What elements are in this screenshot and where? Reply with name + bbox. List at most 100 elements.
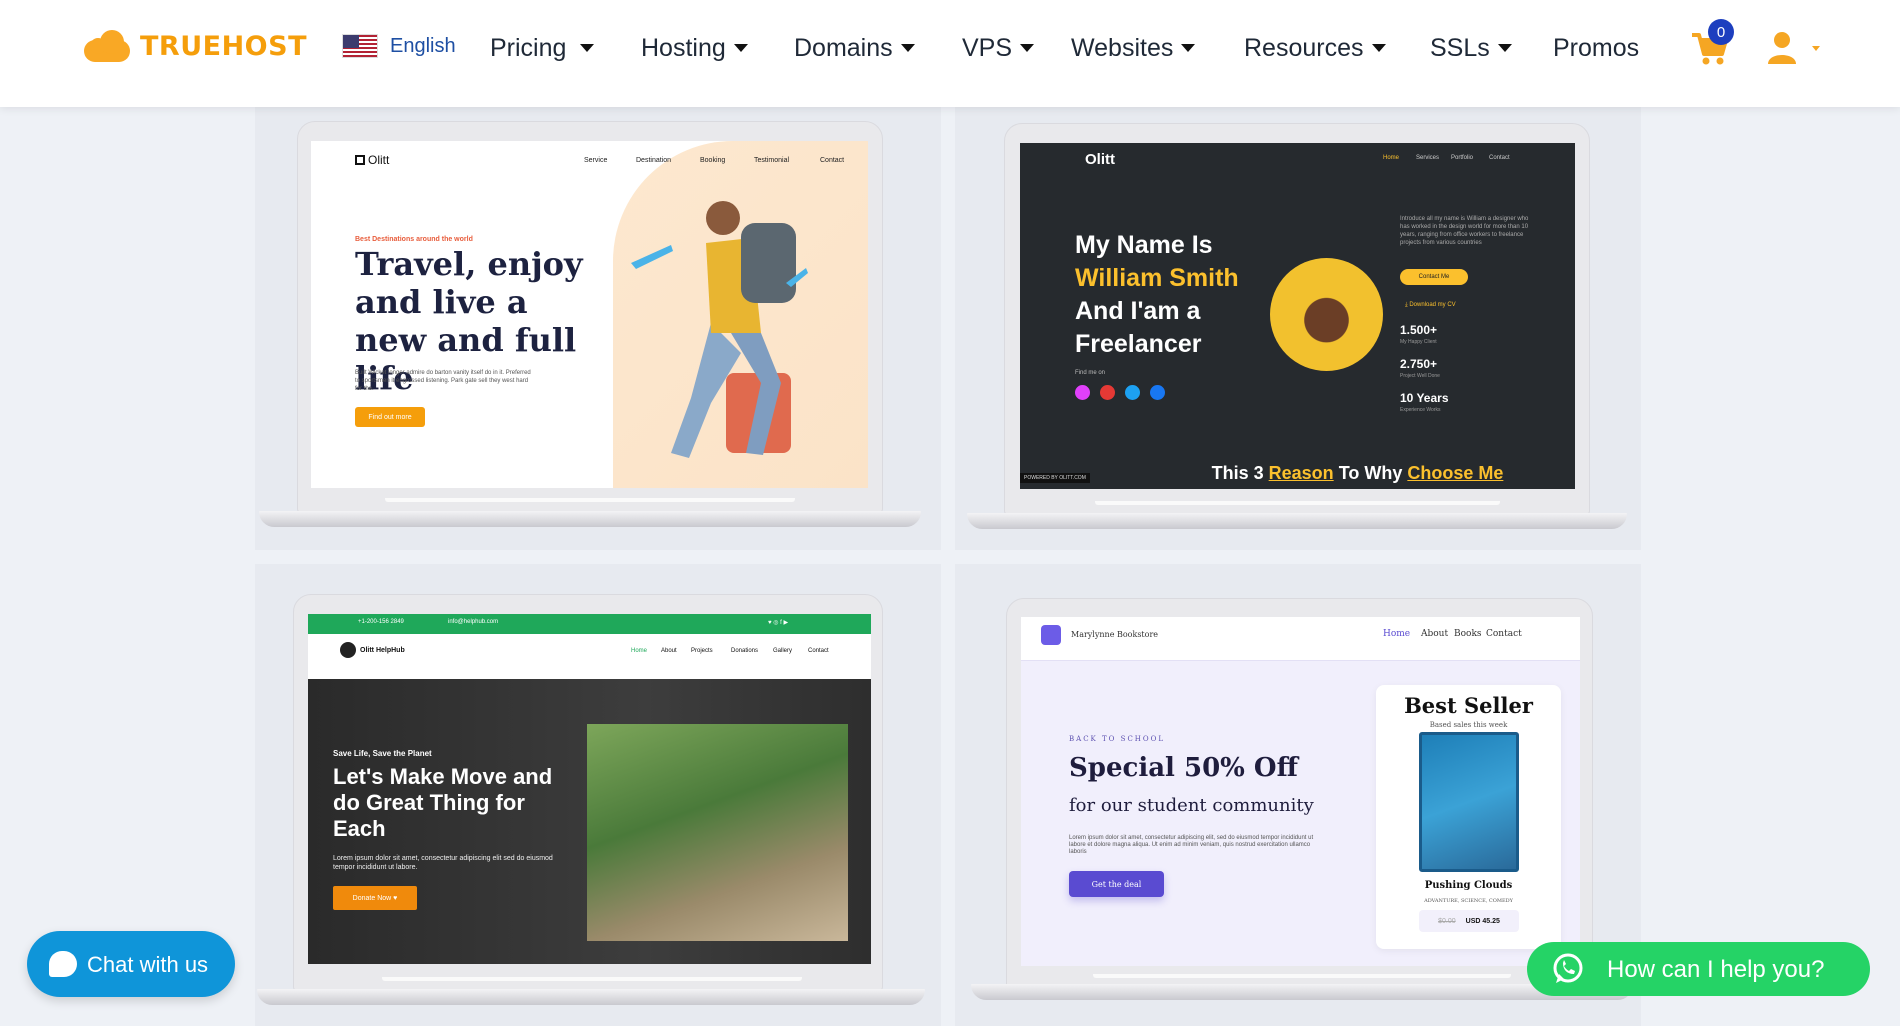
template-cta-button: Find out more	[355, 407, 425, 427]
download-cv-link: ⤓ Download my CV	[1405, 302, 1456, 308]
template-nav-item: About	[661, 648, 677, 654]
template-headline: Let's Make Move and do Great Thing for E…	[333, 764, 553, 841]
template-nav-item: Projects	[691, 648, 713, 654]
template-nav-item: Home	[631, 648, 648, 654]
chevron-down-icon	[580, 44, 595, 52]
template-nav-item: Contact	[820, 157, 845, 164]
template-headline: My Name Is William Smith And I'am a Free…	[1075, 231, 1239, 358]
phone-text: +1-200-156 2849	[358, 619, 404, 625]
template-subheadline: for our student community	[1069, 795, 1314, 816]
travel-template-preview: Olitt Service Destination Booking Testim…	[311, 141, 868, 488]
chevron-down-icon	[1020, 44, 1035, 52]
hero-section: Save Life, Save the Planet Let's Make Mo…	[308, 679, 871, 964]
nav-websites[interactable]: Websites	[1071, 30, 1196, 66]
email-text: info@helphub.com	[448, 619, 499, 625]
find-me-label: Find me on	[1075, 370, 1106, 376]
template-card-travel[interactable]: Olitt Service Destination Booking Testim…	[255, 107, 941, 550]
chevron-down-icon	[733, 44, 748, 52]
template-eyebrow: BACK TO SCHOOL	[1069, 735, 1166, 743]
stat-label: Project Well Done	[1400, 373, 1440, 379]
contact-me-button: Contact Me	[1400, 269, 1468, 285]
language-selector[interactable]: English	[342, 34, 456, 58]
template-nav-item: Services	[1416, 155, 1440, 161]
freelancer-portrait	[1270, 258, 1383, 371]
old-price: $0.00	[1438, 917, 1456, 925]
nav-pricing[interactable]: Pricing	[490, 30, 595, 66]
chat-with-us-button[interactable]: Chat with us	[27, 931, 235, 997]
charity-template-preview: +1-200-156 2849 info@helphub.com ♥ ◎ f ▶…	[308, 614, 871, 964]
template-nav-item: Home	[1383, 155, 1400, 161]
template-nav-item: Destination	[636, 157, 672, 164]
template-nav-item: Testimonial	[754, 157, 790, 164]
best-seller-title: Best Seller	[1404, 693, 1533, 718]
chevron-down-icon	[1497, 44, 1512, 52]
nav-promos[interactable]: Promos	[1553, 30, 1639, 66]
best-seller-panel: Best Seller Based sales this week Pushin…	[1376, 685, 1561, 949]
nav-resources-label: Resources	[1244, 33, 1364, 62]
current-price: USD 45.25	[1465, 917, 1500, 925]
chat-label: Chat with us	[87, 952, 209, 977]
truehost-logo[interactable]: TRUEHOST	[84, 30, 307, 62]
youtube-icon	[1100, 385, 1115, 400]
social-icons: ♥ ◎ f ▶	[768, 620, 789, 626]
template-nav-item: Donations	[731, 648, 759, 654]
us-flag-icon	[342, 34, 378, 58]
laptop-base	[257, 989, 925, 1005]
book-logo-icon	[1041, 625, 1061, 645]
logo-text: TRUEHOST	[140, 30, 307, 62]
get-deal-button: Get the deal	[1069, 871, 1164, 897]
nav-ssls-label: SSLs	[1430, 33, 1490, 62]
template-nav-item: Books	[1454, 629, 1482, 639]
template-nav-item: Home	[1383, 629, 1411, 639]
traveler-illustration	[631, 201, 808, 458]
book-price: $0.00 USD 45.25	[1419, 910, 1519, 932]
template-nav-item: Contact	[1489, 155, 1510, 161]
template-card-freelancer[interactable]: Olitt Home Services Portfolio Contact My…	[955, 107, 1641, 550]
chevron-down-icon	[1371, 44, 1386, 52]
laptop-hinge	[1095, 501, 1500, 505]
template-brand: Marylynne Bookstore	[1071, 630, 1159, 639]
nav-hosting-label: Hosting	[641, 33, 726, 62]
donate-button: Donate Now ♥	[333, 886, 417, 910]
template-nav-item: Contact	[1486, 629, 1522, 639]
nav-resources[interactable]: Resources	[1244, 30, 1386, 66]
stat-label: My Happy Client	[1400, 339, 1437, 345]
user-icon	[1768, 32, 1820, 64]
chat-bubble-icon	[49, 951, 77, 977]
stat-value: 2.750+	[1400, 357, 1438, 371]
powered-by-label: POWERED BY OLITT.COM	[1020, 473, 1090, 483]
template-nav-item: Gallery	[773, 648, 793, 654]
template-brand: Olitt	[355, 153, 389, 167]
laptop-hinge	[385, 498, 795, 502]
stat-label: Experience Works	[1400, 407, 1441, 413]
template-nav-item: Service	[584, 157, 608, 164]
template-bio: Introduce all my name is William a desig…	[1400, 216, 1529, 246]
template-nav-item: Portfolio	[1451, 155, 1474, 161]
language-label: English	[390, 34, 456, 57]
reason-heading: This 3 Reason To Why Choose Me	[1211, 463, 1504, 483]
book-title: Pushing Clouds	[1424, 880, 1513, 891]
site-header: TRUEHOST English Pricing Hosting Domains…	[0, 0, 1900, 107]
whatsapp-help-button[interactable]: How can I help you?	[1527, 942, 1870, 996]
laptop-base	[259, 511, 921, 527]
template-nav-item: Contact	[808, 648, 829, 654]
template-brand: Olitt	[1085, 151, 1115, 168]
stat-value: 10 Years	[1400, 391, 1449, 405]
account-menu[interactable]	[1768, 30, 1828, 66]
template-headline: Special 50% Off	[1069, 753, 1298, 783]
contact-topbar: +1-200-156 2849 info@helphub.com ♥ ◎ f ▶	[308, 614, 871, 634]
chevron-down-icon	[900, 44, 915, 52]
cloud-logo-icon	[84, 30, 132, 62]
nav-vps[interactable]: VPS	[962, 30, 1035, 66]
freelancer-template-preview: Olitt Home Services Portfolio Contact My…	[1020, 143, 1575, 489]
instagram-icon	[1075, 385, 1090, 400]
template-eyebrow: Save Life, Save the Planet	[333, 749, 432, 758]
template-nav-item: Booking	[700, 157, 726, 164]
nav-hosting[interactable]: Hosting	[641, 30, 748, 66]
chevron-down-icon	[1181, 44, 1196, 52]
nav-domains[interactable]: Domains	[794, 30, 915, 66]
nav-ssls[interactable]: SSLs	[1430, 30, 1512, 66]
bookstore-template-preview: Marylynne Bookstore Home About Books Con…	[1021, 617, 1580, 966]
template-nav-item: About	[1421, 629, 1449, 639]
template-card-charity[interactable]: +1-200-156 2849 info@helphub.com ♥ ◎ f ▶…	[255, 564, 941, 1026]
